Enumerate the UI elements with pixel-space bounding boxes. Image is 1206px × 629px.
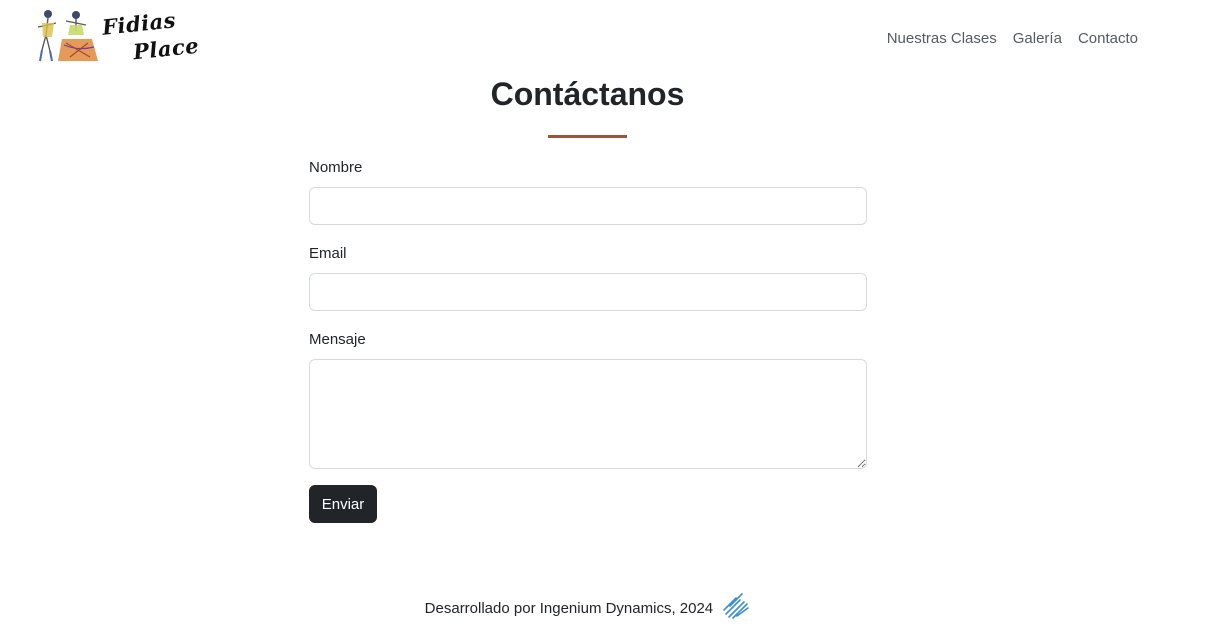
email-label: Email: [309, 245, 347, 262]
title-underline: [548, 135, 627, 138]
page-title: Contáctanos: [490, 76, 685, 112]
name-input[interactable]: [309, 187, 867, 225]
nav-link-contacto[interactable]: Contacto: [1078, 30, 1138, 48]
message-textarea[interactable]: [309, 359, 867, 469]
ingenium-dynamics-logo-icon[interactable]: [720, 590, 750, 620]
email-input[interactable]: [309, 273, 867, 311]
nav-link-nuestras-clases[interactable]: Nuestras Clases: [887, 30, 997, 48]
name-label: Nombre: [309, 159, 363, 176]
submit-button[interactable]: Enviar: [309, 485, 377, 523]
footer-credit-text: Desarrollado por Ingenium Dynamics, 2024: [424, 599, 714, 617]
nav-link-galeria[interactable]: Galería: [1013, 30, 1062, 48]
site-logo[interactable]: Fidias Place: [30, 5, 200, 67]
site-footer: Desarrollado por Ingenium Dynamics, 2024: [0, 593, 1175, 620]
logo-text-line2: Place: [131, 32, 201, 65]
main-nav: Nuestras Clases Galería Contacto: [887, 30, 1138, 48]
message-label: Mensaje: [309, 331, 366, 348]
